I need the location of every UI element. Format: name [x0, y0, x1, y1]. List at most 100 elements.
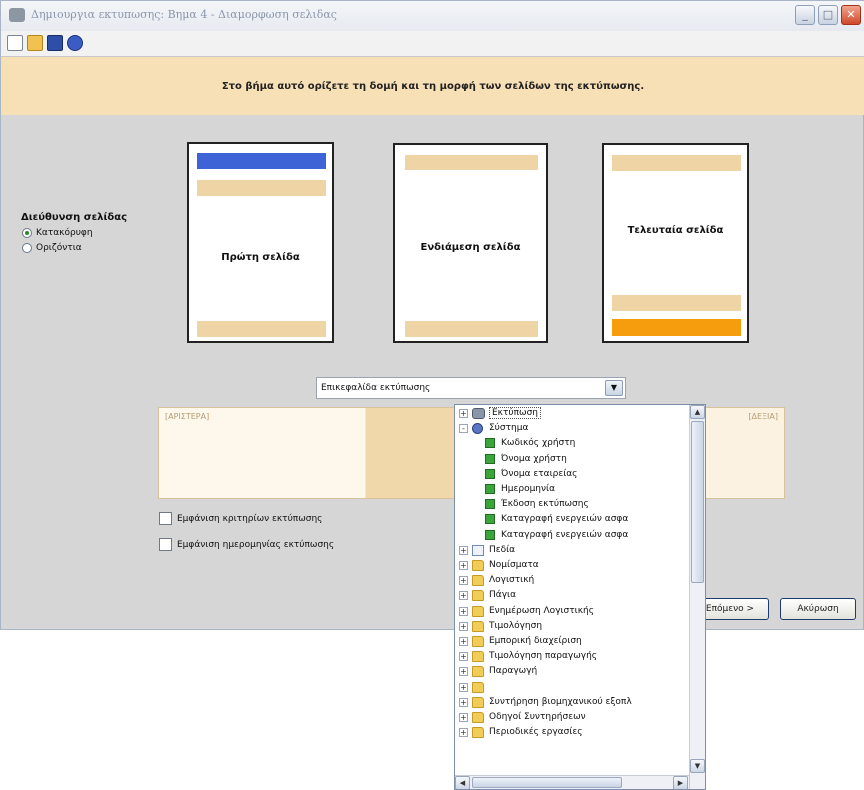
scroll-down-button[interactable]: ▼ — [690, 759, 705, 773]
collapse-icon[interactable]: - — [459, 424, 468, 434]
tree-item[interactable]: + Συντήρηση βιομηχανικού εξοπλ — [455, 696, 681, 709]
title-bar[interactable]: Δημιουργια εκτυπωσης: Βημα 4 - Διαμορφωσ… — [1, 1, 864, 31]
expand-icon[interactable]: + — [459, 667, 468, 677]
tree-item[interactable]: + Περιοδικές εργασίες — [455, 726, 681, 739]
expand-icon[interactable]: + — [459, 561, 468, 570]
expand-icon[interactable]: + — [459, 545, 468, 555]
hscroll-thumb[interactable] — [472, 777, 622, 788]
expand-icon[interactable]: + — [459, 621, 468, 631]
show-criteria-label: Εμφάνιση κριτηρίων εκτύπωσης — [177, 514, 323, 524]
expand-icon[interactable]: + — [459, 576, 468, 586]
tree-item[interactable]: Ημερομηνία — [455, 483, 681, 496]
orientation-title: Διεύθυνση σελίδας — [21, 212, 128, 223]
tree-item-label: Πεδία — [489, 544, 516, 555]
orientation-landscape-option[interactable]: Οριζόντια — [22, 242, 162, 256]
tree-item-label: Τιμολόγηση παραγωγής — [489, 651, 598, 662]
header-strip — [197, 153, 326, 169]
scroll-up-button[interactable]: ▲ — [690, 405, 705, 419]
open-folder-icon[interactable] — [27, 35, 43, 51]
last-page-preview[interactable]: Τελευταία σελίδα — [602, 143, 749, 343]
expand-icon[interactable]: + — [459, 409, 468, 418]
grid-icon — [472, 544, 484, 556]
tree-item[interactable]: + Εκτύπωση — [455, 407, 681, 420]
middle-page-preview[interactable]: Ενδιάμεση σελίδα — [393, 143, 548, 343]
show-criteria-option[interactable]: Εμφάνιση κριτηρίων εκτύπωσης — [159, 512, 419, 527]
app-icon — [9, 8, 25, 22]
chevron-down-icon[interactable]: ▼ — [605, 380, 623, 396]
scroll-thumb[interactable] — [691, 421, 704, 583]
tree-item-label: Καταγραφή ενεργειών ασφα — [501, 529, 629, 540]
tree-item[interactable]: + — [455, 681, 681, 694]
middle-page-label: Ενδιάμεση σελίδα — [420, 242, 521, 253]
new-file-icon[interactable] — [7, 35, 23, 51]
expand-icon[interactable]: + — [459, 728, 468, 738]
save-icon[interactable] — [47, 35, 63, 51]
expand-icon[interactable]: + — [459, 591, 468, 601]
toolbar — [1, 31, 864, 57]
tree-item-label: Περιοδικές εργασίες — [489, 727, 583, 738]
tree-item-label: Έκδοση εκτύπωσης — [501, 499, 589, 510]
landscape-radio[interactable] — [22, 243, 32, 253]
folder-icon — [472, 636, 484, 647]
field-tree-dropdown[interactable]: + Εκτύπωση - Σύστημα Κωδικός χρήστη Όνομα χρή… — [454, 404, 706, 790]
cancel-button[interactable]: Ακύρωση — [780, 598, 856, 620]
expand-icon[interactable]: + — [459, 652, 468, 662]
tree-item[interactable]: + Νομίσματα — [455, 559, 681, 572]
tree-item[interactable]: Έκδοση εκτύπωσης — [455, 498, 681, 511]
field-icon — [485, 499, 495, 510]
scroll-right-button[interactable]: ▶ — [673, 776, 688, 789]
orientation-portrait-option[interactable]: Κατακόρυφη — [22, 227, 162, 241]
tree-item[interactable]: Καταγραφή ενεργειών ασφα — [455, 513, 681, 526]
tree-item[interactable]: + Παραγωγή — [455, 665, 681, 678]
horizontal-scrollbar[interactable]: ◀ ▶ — [455, 775, 689, 789]
printer-icon — [472, 408, 485, 419]
folder-icon — [472, 651, 484, 663]
field-icon — [485, 484, 495, 494]
settings-icon[interactable] — [67, 35, 83, 51]
tree-item[interactable]: + Τιμολόγηση — [455, 620, 681, 633]
portrait-label: Κατακόρυφη — [36, 228, 93, 238]
expand-icon[interactable]: + — [459, 637, 468, 646]
tree-item[interactable]: + Λογιστική — [455, 574, 681, 587]
tree-item[interactable]: - Σύστημα — [455, 422, 681, 435]
field-icon — [485, 468, 495, 479]
tree-item-label: Καταγραφή ενεργειών ασφα — [501, 514, 629, 525]
expand-icon[interactable]: + — [459, 697, 468, 707]
portrait-radio[interactable] — [22, 228, 32, 238]
close-button[interactable]: ✕ — [841, 5, 861, 25]
folder-icon — [472, 727, 484, 739]
tree-item[interactable]: Όνομα χρήστη — [455, 453, 681, 466]
field-icon — [485, 529, 495, 540]
show-date-option[interactable]: Εμφάνιση ημερομηνίας εκτύπωσης — [159, 538, 419, 553]
section-select[interactable]: Επικεφαλίδα εκτύπωσης ▼ — [316, 377, 626, 399]
tree-item-label: Νομίσματα — [489, 560, 539, 570]
tree-item[interactable]: + Πεδία — [455, 544, 681, 557]
minimize-button[interactable]: _ — [795, 5, 815, 25]
first-page-label: Πρώτη σελίδα — [221, 252, 300, 263]
first-page-preview[interactable]: Πρώτη σελίδα — [187, 142, 334, 343]
field-icon — [485, 438, 495, 449]
show-criteria-checkbox[interactable] — [159, 512, 172, 525]
tree-item[interactable]: Κωδικός χρήστη — [455, 437, 681, 450]
footer-strip — [197, 321, 326, 337]
show-date-checkbox[interactable] — [159, 538, 172, 551]
tree-item[interactable]: + Οδηγοί Συντηρήσεων — [455, 711, 681, 724]
expand-icon[interactable]: + — [459, 713, 468, 722]
header-left-placeholder: [ΑΡΙΣΤΕΡΑ] — [165, 412, 210, 421]
tree-item-label: Όνομα εταιρείας — [501, 468, 578, 479]
tree-item-label: Ημερομηνία — [501, 484, 556, 494]
tree-item-label: Τιμολόγηση — [489, 620, 543, 631]
scroll-left-button[interactable]: ◀ — [455, 776, 470, 789]
tree-item[interactable]: + Τιμολόγηση παραγωγής — [455, 650, 681, 663]
vertical-scrollbar[interactable]: ▲ ▼ — [689, 405, 705, 789]
wizard-window: Δημιουργια εκτυπωσης: Βημα 4 - Διαμορφωσ… — [0, 0, 864, 630]
tree-item[interactable]: Όνομα εταιρείας — [455, 468, 681, 481]
maximize-button[interactable]: □ — [818, 5, 838, 25]
tree-item[interactable]: Καταγραφή ενεργειών ασφα — [455, 529, 681, 542]
tree-item[interactable]: + Ενημέρωση Λογιστικής — [455, 605, 681, 618]
tree-item[interactable]: + Εμπορική διαχείριση — [455, 635, 681, 648]
expand-icon[interactable]: + — [459, 606, 468, 616]
tree-item[interactable]: + Πάγια — [455, 589, 681, 602]
expand-icon[interactable]: + — [459, 682, 468, 692]
folder-icon — [472, 620, 484, 632]
